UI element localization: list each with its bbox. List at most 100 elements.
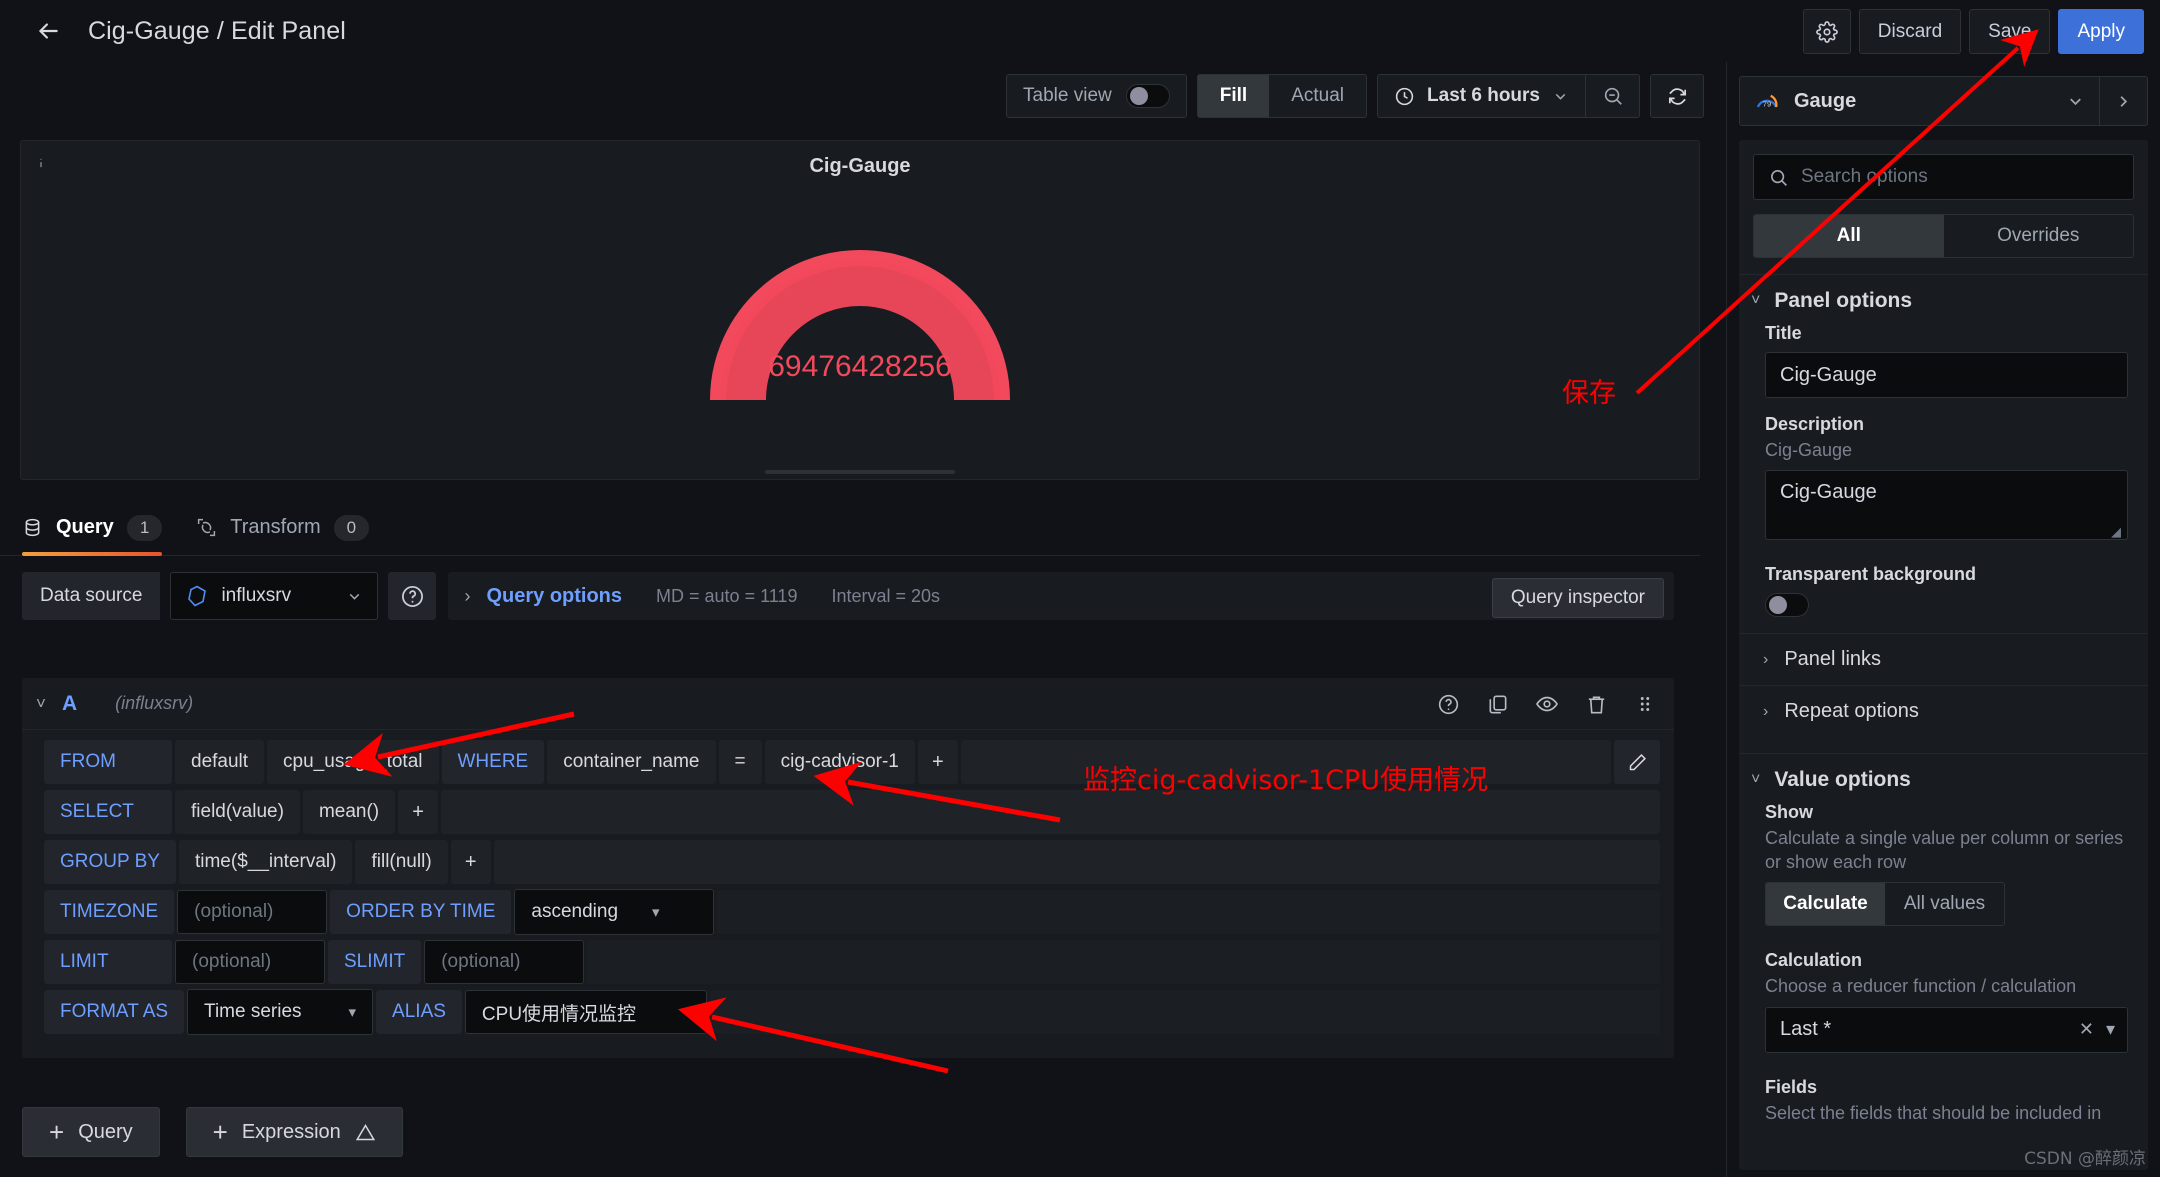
data-source-picker[interactable]: influxsrv: [170, 572, 379, 620]
search-options-input[interactable]: Search options: [1753, 154, 2134, 200]
section-panel-links[interactable]: › Panel links: [1739, 633, 2148, 685]
query-collapse-chevron[interactable]: ˅: [36, 694, 46, 714]
fields-label: Fields: [1765, 1076, 1818, 1097]
slimit-key[interactable]: SLIMIT: [328, 940, 422, 984]
query-help-icon[interactable]: [1437, 693, 1460, 716]
gauge-value: 69476428256: [768, 350, 952, 383]
gauge-icon: 79: [1756, 94, 1778, 108]
query-inspector-button[interactable]: Query inspector: [1491, 578, 1664, 618]
section-value-options[interactable]: ˅ Value options: [1739, 754, 2148, 802]
where-value[interactable]: cig-cadvisor-1: [764, 740, 915, 784]
field-fields: Fields Select the fields that should be …: [1739, 1077, 2148, 1125]
alias-input[interactable]: CPU使用情况监控: [464, 990, 707, 1034]
where-key[interactable]: WHERE: [441, 740, 545, 784]
close-icon[interactable]: ✕: [2079, 1019, 2094, 1040]
refresh-button[interactable]: [1650, 74, 1704, 118]
tab-active-underline: [22, 551, 163, 556]
timezone-input[interactable]: (optional): [177, 890, 328, 934]
where-tag[interactable]: container_name: [547, 740, 716, 784]
save-button[interactable]: Save: [1969, 9, 2051, 54]
drag-handle-icon[interactable]: [1634, 693, 1656, 715]
group-by-time[interactable]: time($__interval): [178, 840, 353, 884]
section-repeat-options[interactable]: › Repeat options: [1739, 685, 2148, 737]
tab-query[interactable]: Query 1: [22, 500, 163, 556]
add-expression-button[interactable]: + Expression: [185, 1107, 403, 1157]
fill-option[interactable]: Fill: [1197, 75, 1270, 117]
transparent-background-switch[interactable]: [1765, 593, 1809, 618]
group-by-key[interactable]: GROUP BY: [44, 840, 176, 884]
select-function[interactable]: mean(): [302, 790, 396, 834]
toggle-raw-query-button[interactable]: [1614, 740, 1660, 784]
group-by-fill[interactable]: fill(null): [355, 840, 448, 884]
breadcrumb: Cig-Gauge / Edit Panel: [88, 17, 346, 46]
select-add-button[interactable]: +: [398, 790, 439, 834]
show-calculate-option[interactable]: Calculate: [1766, 883, 1885, 926]
info-icon: [40, 158, 42, 168]
format-as-key[interactable]: FORMAT AS: [44, 990, 185, 1034]
switch-knob: [1769, 596, 1787, 615]
data-source-name: influxsrv: [221, 585, 292, 606]
chevron-down-icon[interactable]: ▾: [2106, 1019, 2115, 1040]
query-options-chevron[interactable]: ›: [464, 586, 470, 607]
where-operator[interactable]: =: [718, 740, 762, 784]
query-row-timezone: TIMEZONE (optional) ORDER BY TIME ascend…: [44, 889, 1660, 935]
collapse-options-pane-button[interactable]: [2099, 77, 2147, 125]
limit-key[interactable]: LIMIT: [44, 940, 172, 984]
data-source-help-button[interactable]: [388, 572, 437, 620]
from-key[interactable]: FROM: [44, 740, 172, 784]
section-panel-options[interactable]: ˅ Panel options: [1739, 275, 2148, 323]
timezone-key[interactable]: TIMEZONE: [44, 890, 175, 934]
trash-icon[interactable]: [1585, 693, 1608, 716]
description-label: Description: [1765, 414, 1865, 434]
zoom-out-time-button[interactable]: [1585, 75, 1639, 117]
format-as-row-filler: [709, 990, 1660, 1034]
panel-settings-button[interactable]: [1802, 9, 1851, 54]
title-input[interactable]: Cig-Gauge: [1765, 352, 2128, 398]
order-by-time-select[interactable]: ascending ▾: [514, 889, 715, 935]
description-textarea[interactable]: Cig-Gauge ◢: [1765, 470, 2128, 541]
order-by-time-key[interactable]: ORDER BY TIME: [330, 890, 512, 934]
visualization-picker: 79 Gauge: [1739, 76, 2148, 126]
tab-query-label: Query: [56, 516, 114, 538]
slimit-input[interactable]: (optional): [424, 940, 585, 984]
actual-option[interactable]: Actual: [1269, 75, 1366, 117]
duplicate-icon[interactable]: [1486, 693, 1509, 716]
from-policy[interactable]: default: [175, 740, 265, 784]
query-options-toggle[interactable]: Query options: [486, 585, 622, 608]
table-view-switch[interactable]: [1125, 84, 1170, 108]
limit-input[interactable]: (optional): [175, 940, 325, 984]
eye-icon[interactable]: [1535, 692, 1559, 716]
discard-button[interactable]: Discard: [1858, 9, 1962, 54]
query-ref-id[interactable]: A: [62, 692, 77, 716]
alias-key[interactable]: ALIAS: [376, 990, 462, 1034]
show-all-values-option[interactable]: All values: [1885, 883, 2004, 925]
tab-all[interactable]: All: [1754, 215, 1944, 257]
from-measurement[interactable]: cpu_usage_total: [267, 740, 439, 784]
query-options-md: MD = auto = 1119: [656, 585, 798, 606]
visualization-select[interactable]: 79 Gauge: [1740, 88, 2099, 114]
back-button[interactable]: [26, 9, 70, 53]
calculation-label: Calculation: [1765, 950, 1863, 971]
format-as-select[interactable]: Time series ▾: [187, 989, 374, 1035]
options-sidebar: 79 Gauge Search options All Overrides ˅ …: [1726, 62, 2160, 1177]
time-range-button[interactable]: Last 6 hours: [1378, 85, 1585, 107]
resize-grip-icon[interactable]: ◢: [2111, 524, 2123, 539]
panel-resize-handle[interactable]: [765, 470, 955, 474]
group-by-add-button[interactable]: +: [450, 840, 491, 884]
calculation-select[interactable]: Last * ✕ ▾: [1765, 1006, 2128, 1053]
where-add-button[interactable]: +: [917, 740, 958, 784]
panel-toolbar: Table view Fill Actual Last 6 hours: [0, 72, 1720, 120]
select-key[interactable]: SELECT: [44, 790, 172, 834]
plus-icon: +: [49, 1117, 65, 1147]
tab-overrides[interactable]: Overrides: [1944, 215, 2134, 257]
apply-button[interactable]: Apply: [2058, 9, 2144, 54]
panel-description-icon[interactable]: [31, 153, 51, 178]
chevron-down-icon: [1555, 93, 1566, 100]
breadcrumb-dashboard[interactable]: Cig-Gauge: [88, 17, 210, 45]
panel-links-label: Panel links: [1784, 648, 1882, 671]
add-query-button[interactable]: + Query: [22, 1107, 160, 1157]
tab-transform[interactable]: Transform 0: [196, 500, 370, 556]
query-options-bar: › Query options MD = auto = 1119 Interva…: [448, 572, 1674, 620]
select-field[interactable]: field(value): [175, 790, 300, 834]
table-view-toggle[interactable]: Table view: [1006, 74, 1187, 118]
